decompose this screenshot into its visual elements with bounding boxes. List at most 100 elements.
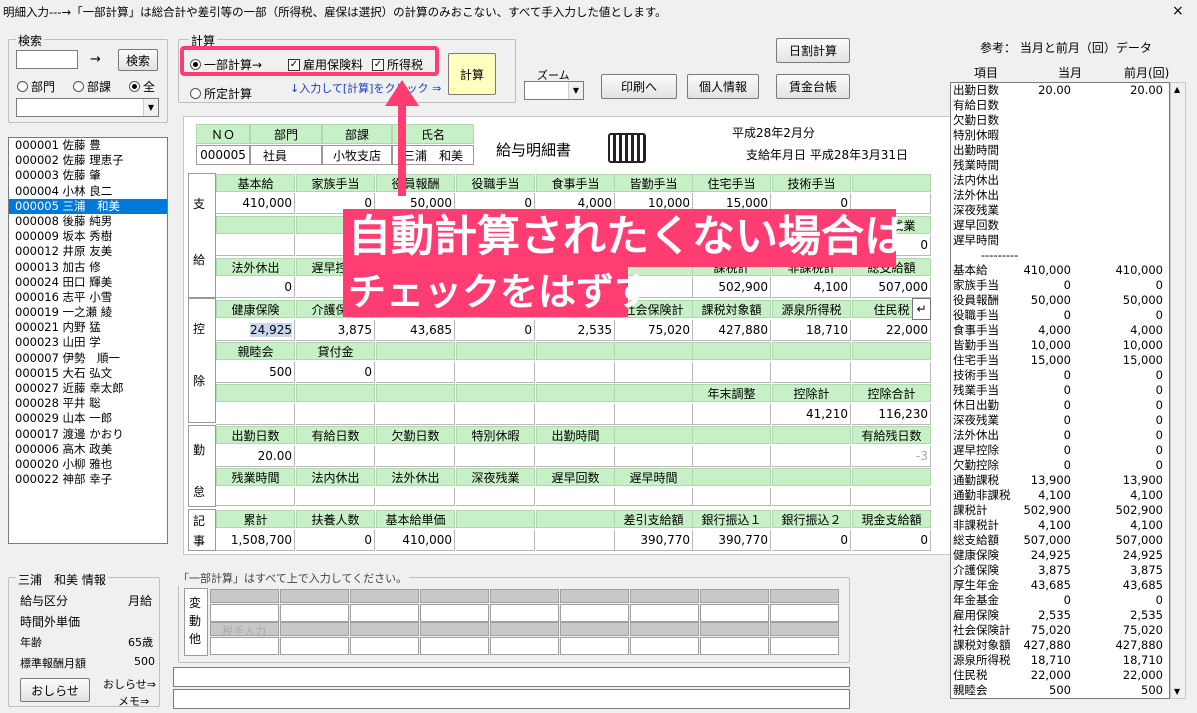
field-value[interactable] xyxy=(216,488,295,506)
field-value[interactable] xyxy=(536,362,615,383)
field-value[interactable] xyxy=(536,404,615,425)
change-input-cell[interactable] xyxy=(490,637,559,655)
change-input-cell[interactable] xyxy=(770,604,839,622)
change-input-cell[interactable] xyxy=(700,637,769,655)
list-item[interactable]: 000024 田口 輝美 xyxy=(9,275,167,290)
dept-select[interactable]: ▼ xyxy=(16,98,159,117)
scroll-up-icon[interactable]: ▲ xyxy=(1174,85,1180,94)
field-value[interactable] xyxy=(614,446,693,467)
field-value[interactable] xyxy=(692,362,771,383)
radio-fixed-calc[interactable]: 所定計算 xyxy=(190,85,252,102)
field-value[interactable] xyxy=(376,404,455,425)
field-value[interactable] xyxy=(614,362,693,383)
enter-key-icon[interactable]: ↵ xyxy=(912,298,931,320)
list-item[interactable]: 000008 後藤 純男 xyxy=(9,214,167,229)
field-value[interactable]: 500 xyxy=(216,362,295,383)
print-button[interactable]: 印刷へ xyxy=(601,74,677,99)
field-value[interactable] xyxy=(296,488,375,506)
list-item[interactable]: 000003 佐藤 肇 xyxy=(9,168,167,183)
list-item[interactable]: 000012 井原 友美 xyxy=(9,244,167,259)
notice-text-field[interactable] xyxy=(173,667,850,687)
field-value[interactable]: 0 xyxy=(216,277,295,298)
list-item[interactable]: 000017 渡邊 かおり xyxy=(9,427,167,442)
list-item[interactable]: 000020 小柳 雅也 xyxy=(9,457,167,472)
field-value[interactable]: 41,210 xyxy=(772,404,851,425)
field-value[interactable] xyxy=(376,446,455,467)
list-item[interactable]: 000023 山田 学 xyxy=(9,335,167,350)
field-value[interactable] xyxy=(376,488,455,506)
scroll-down-icon[interactable]: ▼ xyxy=(1174,687,1180,696)
list-item[interactable]: 000028 平井 聡 xyxy=(9,396,167,411)
field-value[interactable] xyxy=(614,404,693,425)
field-value[interactable]: 390,770 xyxy=(614,530,693,551)
change-input-cell[interactable] xyxy=(420,637,489,655)
change-input-cell[interactable] xyxy=(630,637,699,655)
list-item[interactable]: 000009 坂本 秀樹 xyxy=(9,229,167,244)
field-value[interactable] xyxy=(296,404,375,425)
list-item[interactable]: 000015 大石 弘文 xyxy=(9,366,167,381)
change-input-cell[interactable] xyxy=(350,637,419,655)
field-value[interactable]: 75,020 xyxy=(614,320,693,341)
chk-income-tax[interactable]: ✓ 所得税 xyxy=(372,56,423,73)
wage-ledger-button[interactable]: 賃金台帳 xyxy=(776,74,850,99)
field-value[interactable] xyxy=(456,446,535,467)
calculator-icon[interactable] xyxy=(608,133,646,163)
radio-dept[interactable]: 部門 xyxy=(17,78,55,95)
employee-list[interactable]: 000001 佐藤 豊 000002 佐藤 理恵子 000003 佐藤 肇 00000… xyxy=(8,137,168,544)
list-item[interactable]: 000022 神部 幸子 xyxy=(9,472,167,487)
change-input-cell[interactable] xyxy=(560,604,629,622)
chevron-down-icon[interactable]: ▼ xyxy=(568,82,583,99)
change-input-cell[interactable] xyxy=(210,604,279,622)
list-item[interactable]: 000002 佐藤 理恵子 xyxy=(9,153,167,168)
field-value[interactable] xyxy=(456,530,535,551)
field-value[interactable]: 427,880 xyxy=(692,320,771,341)
field-value[interactable]: 43,685 xyxy=(376,320,455,341)
calc-button[interactable]: 計算 xyxy=(448,53,496,95)
field-value[interactable] xyxy=(456,362,535,383)
reference-scrollbar[interactable]: ▲ ▼ xyxy=(1170,82,1186,699)
field-value[interactable]: 24,925 xyxy=(216,320,295,341)
field-value[interactable] xyxy=(852,488,931,506)
field-value[interactable]: 2,535 xyxy=(536,320,615,341)
field-value[interactable]: 507,000 xyxy=(852,277,931,298)
list-item[interactable]: 000016 志平 小雪 xyxy=(9,290,167,305)
field-value[interactable]: 4,100 xyxy=(772,277,851,298)
field-value[interactable] xyxy=(772,446,851,467)
list-item[interactable]: 000027 近藤 幸太郎 xyxy=(9,381,167,396)
field-value[interactable] xyxy=(772,488,851,506)
field-value[interactable] xyxy=(536,530,615,551)
zoom-select[interactable]: ▼ xyxy=(524,81,584,100)
field-value[interactable]: -3 xyxy=(852,446,931,467)
chevron-down-icon[interactable]: ▼ xyxy=(143,99,158,116)
field-value[interactable]: 1,508,700 xyxy=(216,530,295,551)
field-value[interactable] xyxy=(376,362,455,383)
personal-info-button[interactable]: 個人情報 xyxy=(687,74,759,99)
list-item[interactable]: 000007 伊勢 順一 xyxy=(9,351,167,366)
search-input[interactable] xyxy=(16,50,78,69)
field-value[interactable]: 0 xyxy=(852,530,931,551)
field-value[interactable]: 22,000 xyxy=(852,320,931,341)
field-value[interactable] xyxy=(456,404,535,425)
change-input-cell[interactable] xyxy=(700,604,769,622)
field-value[interactable] xyxy=(692,488,771,506)
field-value[interactable]: 0 xyxy=(296,362,375,383)
field-value[interactable]: 0 xyxy=(772,530,851,551)
check-icon[interactable]: ✓ xyxy=(372,58,384,71)
field-value[interactable]: 3,875 xyxy=(296,320,375,341)
change-input-cell[interactable] xyxy=(560,637,629,655)
field-value[interactable] xyxy=(614,488,693,506)
radio-all[interactable]: 全 xyxy=(129,78,155,95)
change-input-cell[interactable] xyxy=(630,604,699,622)
notice-button[interactable]: おしらせ xyxy=(20,678,90,702)
field-value[interactable] xyxy=(536,488,615,506)
reference-list[interactable]: 出勤日数 20.00 20.00 有給日数 欠勤日数 特別休暇 出勤時間 残業時間 法内休出 法外… xyxy=(950,82,1170,699)
search-button[interactable]: 検索 xyxy=(118,49,158,71)
daily-calc-button[interactable]: 日割計算 xyxy=(776,38,850,63)
change-input-cell[interactable] xyxy=(280,637,349,655)
change-input-cell[interactable] xyxy=(210,637,279,655)
field-value[interactable]: 0 xyxy=(456,320,535,341)
field-value[interactable]: 390,770 xyxy=(692,530,771,551)
field-value[interactable] xyxy=(692,446,771,467)
field-value[interactable] xyxy=(456,488,535,506)
field-value[interactable]: 410,000 xyxy=(376,530,455,551)
